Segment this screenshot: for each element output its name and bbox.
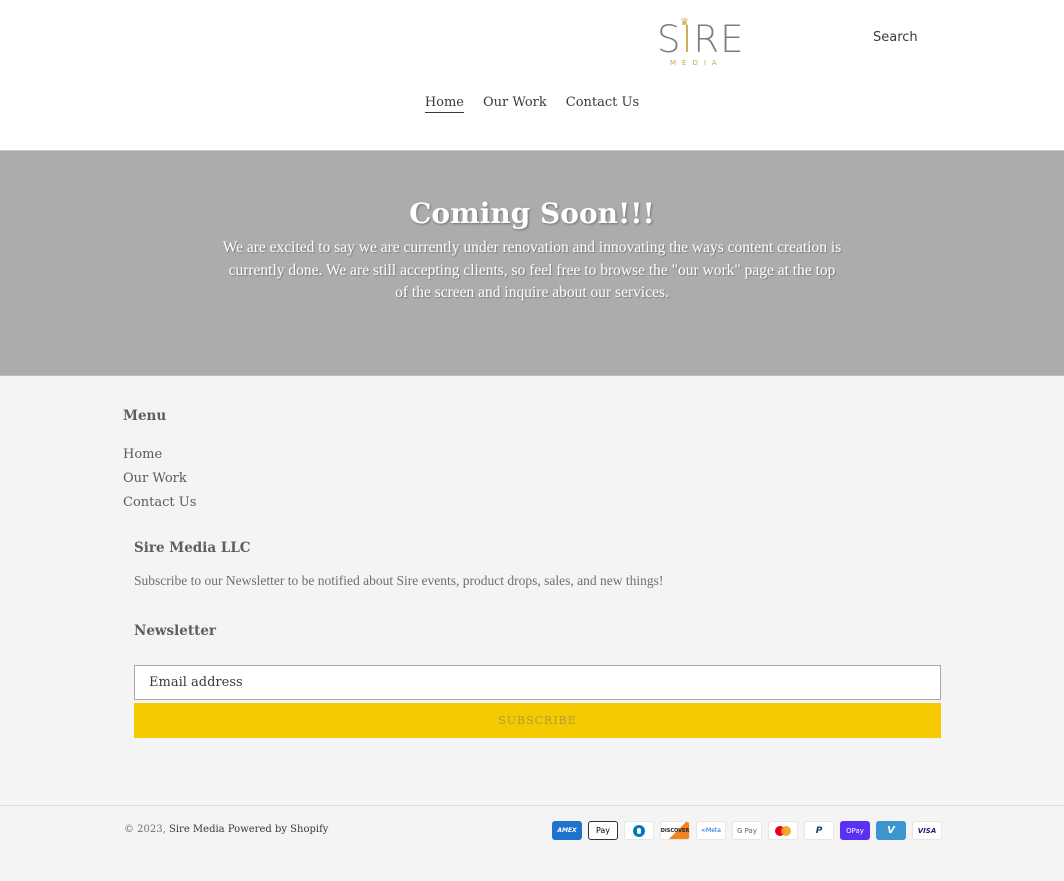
logo-subtitle: MEDIA: [670, 59, 723, 67]
nav-item-our-work[interactable]: Our Work: [483, 94, 547, 113]
diners-club-icon: [624, 821, 654, 840]
logo-letters: RE: [693, 18, 745, 61]
powered-by-shopify-link[interactable]: Powered by Shopify: [228, 824, 329, 835]
logo-letter: S: [657, 18, 682, 61]
meta-pay-icon: ∞Meta: [696, 821, 726, 840]
payment-icons: AMEX Pay DISCOVER ∞Meta G Pay P OPay V V…: [552, 821, 942, 840]
logo-wordmark: SIRE: [657, 20, 745, 60]
footer-link-home[interactable]: Home: [123, 447, 162, 462]
footer-menu-item: Contact Us: [123, 490, 196, 514]
hero-text: We are excited to say we are currently u…: [222, 239, 842, 301]
subscribe-button[interactable]: SUBSCRIBE: [134, 703, 941, 738]
search-link[interactable]: Search: [873, 30, 918, 45]
newsletter-title: Newsletter: [134, 623, 217, 639]
footer-divider: [0, 805, 1064, 806]
diners-logo-shape: [633, 824, 645, 837]
company-title: Sire Media LLC: [134, 540, 251, 556]
mastercard-icon: [768, 821, 798, 840]
shop-pay-icon: OPay: [840, 821, 870, 840]
footer-menu-item: Home: [123, 442, 196, 466]
copyright-prefix: © 2023,: [124, 824, 166, 835]
logo-letter-accent: I: [681, 18, 694, 61]
newsletter-section: Sire Media LLC Subscribe to our Newslett…: [134, 540, 941, 738]
footer-menu-list: Home Our Work Contact Us: [123, 442, 196, 514]
amex-icon: AMEX: [552, 821, 582, 840]
discover-icon: DISCOVER: [660, 821, 690, 840]
copyright: © 2023, Sire Media Powered by Shopify: [124, 824, 328, 835]
nav-item-contact-us[interactable]: Contact Us: [566, 94, 639, 113]
google-pay-icon: G Pay: [732, 821, 762, 840]
brand-link[interactable]: Sire Media: [169, 824, 225, 835]
hero-title: Coming Soon!!!: [409, 197, 655, 230]
footer-link-our-work[interactable]: Our Work: [123, 471, 187, 486]
site-logo[interactable]: ♛ SIRE MEDIA: [650, 18, 745, 72]
footer-menu-item: Our Work: [123, 466, 196, 490]
mastercard-circle-orange: [781, 825, 791, 836]
footer-menu: Menu Home Our Work Contact Us: [123, 408, 196, 514]
company-description: Subscribe to our Newsletter to be notifi…: [134, 573, 664, 588]
main-nav: Home Our Work Contact Us: [0, 94, 1064, 113]
hero-banner: Coming Soon!!! We are excited to say we …: [0, 150, 1064, 376]
visa-icon: VISA: [912, 821, 942, 840]
paypal-icon: P: [804, 821, 834, 840]
site-header: ♛ SIRE MEDIA Search Home Our Work Contac…: [0, 0, 1064, 150]
footer-link-contact-us[interactable]: Contact Us: [123, 495, 196, 510]
nav-item-home[interactable]: Home: [424, 94, 464, 113]
venmo-icon: V: [876, 821, 906, 840]
footer-menu-title: Menu: [123, 408, 167, 424]
apple-pay-icon: Pay: [588, 821, 618, 840]
email-input[interactable]: [134, 665, 941, 700]
